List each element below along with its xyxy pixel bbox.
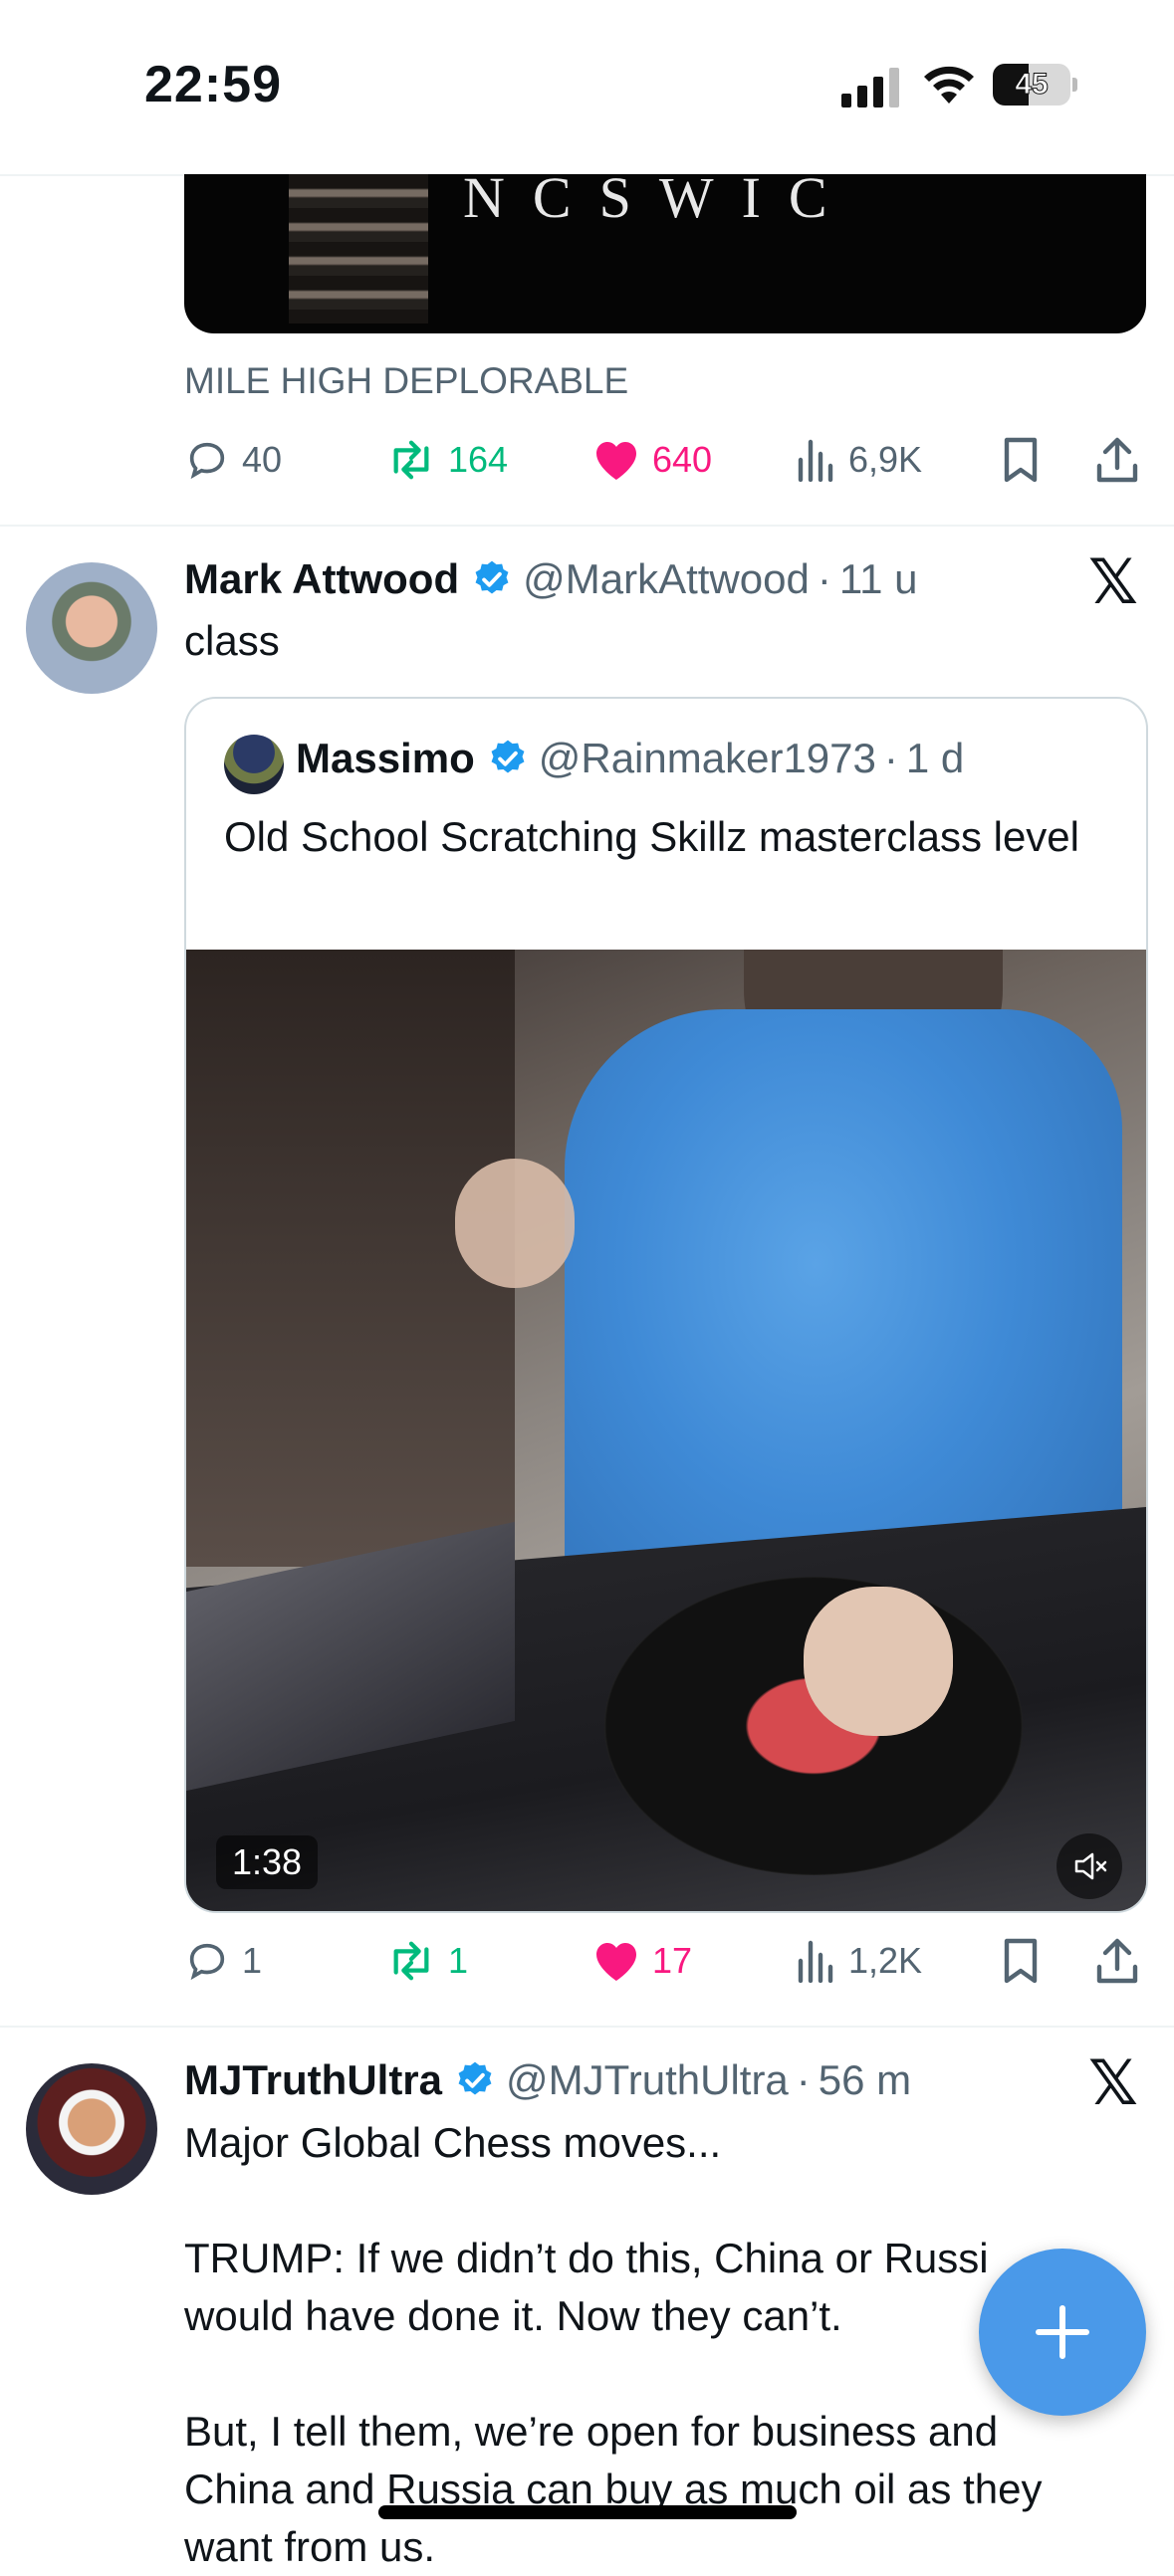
reply-button[interactable]: 1: [184, 1931, 262, 1991]
tweet1-media[interactable]: NCSWIC: [184, 174, 1146, 333]
share-icon: [1096, 1938, 1138, 1984]
quote-author-handle: @Rainmaker1973: [538, 735, 876, 781]
plus-icon: [1036, 2305, 1089, 2359]
bookmark-icon: [1004, 437, 1038, 483]
heart-icon: [596, 442, 636, 480]
divider: [0, 525, 1174, 527]
views-count: 1,2K: [848, 1940, 923, 1981]
tweet3-line: Major Global Chess moves...: [184, 2119, 722, 2166]
author-handle[interactable]: @MarkAttwood: [523, 555, 810, 603]
status-bar: 22:59 45: [0, 0, 1174, 174]
tweet2-text: class: [184, 617, 280, 664]
compose-button[interactable]: [979, 2249, 1146, 2416]
home-indicator[interactable]: [378, 2505, 797, 2519]
repost-icon: [393, 440, 429, 480]
bookmark-button[interactable]: [1001, 430, 1041, 490]
views-count: 6,9K: [848, 439, 923, 480]
reply-icon: [189, 442, 225, 480]
author-handle[interactable]: @MJTruthUltra: [506, 2056, 789, 2104]
wifi-icon: [924, 66, 974, 104]
verified-badge-icon: [491, 740, 525, 773]
battery-icon: 45: [993, 64, 1070, 106]
speaker-muted-icon: [1074, 1852, 1107, 1880]
repost-button[interactable]: 164: [386, 430, 508, 490]
views-icon: [798, 439, 833, 482]
cellular-signal-icon: [841, 68, 899, 107]
reply-count: 1: [242, 1940, 263, 1981]
tweet1-actions: 40 164 640 6,9K: [184, 430, 1146, 490]
tweet-time: 56 m: [818, 2056, 912, 2103]
share-icon: [1096, 437, 1138, 483]
tweet1-media-caption: MILE HIGH DEPLORABLE: [184, 360, 629, 401]
mute-button[interactable]: [1057, 1833, 1122, 1899]
repost-button[interactable]: 1: [386, 1931, 468, 1991]
divider: [0, 2026, 1174, 2028]
quote-header: Massimo @Rainmaker1973 · 1 d: [296, 735, 965, 781]
avatar[interactable]: [26, 2063, 157, 2195]
like-count: 640: [652, 439, 713, 480]
like-button[interactable]: 17: [592, 1931, 692, 1991]
share-button[interactable]: [1095, 430, 1139, 490]
repost-count: 164: [448, 439, 509, 480]
reply-icon: [189, 1943, 225, 1981]
reply-button[interactable]: 40: [184, 430, 282, 490]
video-player[interactable]: 1:38: [186, 950, 1146, 1911]
quote-text: Old School Scratching Skillz masterclass…: [224, 813, 1079, 860]
share-button[interactable]: [1095, 1931, 1139, 1991]
bookmark-button[interactable]: [1001, 1931, 1041, 1991]
repost-icon: [393, 1941, 429, 1981]
repost-count: 1: [448, 1940, 469, 1981]
views-button[interactable]: 6,9K: [797, 430, 922, 490]
quote-tweet-card[interactable]: Massimo @Rainmaker1973 · 1 d Old School …: [184, 697, 1148, 1913]
quote-avatar: [224, 735, 284, 794]
like-count: 17: [652, 1940, 693, 1981]
status-time: 22:59: [144, 56, 282, 113]
like-button[interactable]: 640: [592, 430, 712, 490]
tweet2-actions: 1 1 17 1,2K: [184, 1931, 1146, 1991]
tweet3-header: MJTruthUltra @MJTruthUltra · 56 m: [184, 2056, 912, 2104]
tweet2-header: Mark Attwood @MarkAttwood · 11 u: [184, 555, 918, 603]
views-icon: [798, 1940, 833, 1983]
quote-author-name: Massimo: [296, 735, 475, 781]
x-logo-icon[interactable]: 𝕏: [1088, 2046, 1138, 2119]
avatar[interactable]: [26, 562, 157, 694]
heart-icon: [596, 1943, 636, 1981]
tweet3-line: want from us.: [184, 2523, 436, 2570]
verified-badge-icon: [475, 560, 509, 594]
x-logo-icon[interactable]: 𝕏: [1088, 545, 1138, 618]
video-duration: 1:38: [216, 1835, 319, 1889]
media-caption-text: NCSWIC: [463, 174, 855, 230]
views-button[interactable]: 1,2K: [797, 1931, 922, 1991]
verified-badge-icon: [458, 2061, 492, 2095]
quote-time: 1 d: [905, 735, 965, 781]
tweet-time: 11 u: [838, 555, 918, 602]
battery-level: 45: [1015, 68, 1049, 102]
author-name[interactable]: MJTruthUltra: [184, 2056, 442, 2104]
author-name[interactable]: Mark Attwood: [184, 555, 459, 603]
bookmark-icon: [1004, 1938, 1038, 1984]
reply-count: 40: [242, 439, 283, 480]
